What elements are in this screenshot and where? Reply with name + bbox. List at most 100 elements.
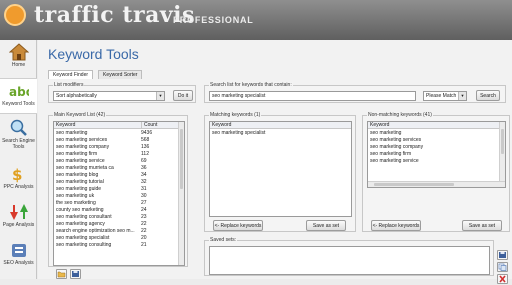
svg-text:$: $ <box>12 166 22 183</box>
search-input[interactable]: seo marketing specialist <box>209 91 416 101</box>
main-list-scrollbar[interactable] <box>178 122 184 265</box>
search-legend: Search list for keywords that contain: <box>209 82 293 88</box>
replace-keywords-button[interactable]: <- Replace keywords <box>371 220 421 231</box>
keyword-cell: seo marketing services <box>56 137 108 143</box>
main-table-header: Keyword Count <box>54 122 179 129</box>
nonmatching-vscrollbar[interactable] <box>499 122 505 181</box>
table-row[interactable]: the seo marketing 27 <box>54 200 184 207</box>
edition-label: PROFESSIONAL <box>173 15 254 25</box>
table-row[interactable]: seo marketing services 568 <box>54 137 184 144</box>
table-row[interactable]: seo marketing service 69 <box>54 158 184 165</box>
sidebar-item-label: Page Analysis <box>2 222 35 228</box>
save-as-set-button[interactable]: Save as set <box>462 220 502 231</box>
abc-icon: abc <box>9 85 29 99</box>
table-row[interactable]: seo marketing services <box>368 137 505 144</box>
main-keyword-list-group: Main Keyword List (42) Keyword Count seo… <box>48 112 188 267</box>
arrows-icon <box>9 204 28 220</box>
count-cell: 34 <box>141 172 147 178</box>
match-select[interactable]: Please Match ▼ <box>423 91 467 101</box>
column-header-keyword[interactable]: Keyword <box>56 122 75 128</box>
home-icon <box>8 43 29 61</box>
table-row[interactable]: seo marketing company 136 <box>54 144 184 151</box>
replace-keywords-button[interactable]: <- Replace keywords <box>213 220 263 231</box>
keyword-cell: county seo marketing <box>56 207 104 213</box>
scrollbar-thumb[interactable] <box>501 129 504 154</box>
count-cell: 136 <box>141 144 150 150</box>
table-row[interactable]: seo marketing firm 112 <box>54 151 184 158</box>
count-cell: 36 <box>141 165 147 171</box>
table-row[interactable]: seo marketing agency 22 <box>54 221 184 228</box>
matching-keyword-table[interactable]: Keyword seo marketing specialist <box>209 121 352 217</box>
table-row[interactable]: seo marketing murrieta ca 36 <box>54 165 184 172</box>
table-row[interactable]: seo marketing consultant 23 <box>54 214 184 221</box>
table-row[interactable]: seo marketing specialist 20 <box>54 235 184 242</box>
count-cell: 21 <box>141 242 147 248</box>
sidebar-item-keyword-tools[interactable]: abc Keyword Tools <box>0 78 37 114</box>
sidebar-item-home[interactable]: Home <box>0 40 37 78</box>
scrollbar-thumb[interactable] <box>180 129 183 189</box>
keyword-cell: seo marketing firm <box>370 151 412 157</box>
saved-sets-list[interactable] <box>209 246 490 275</box>
keyword-cell: seo marketing specialist <box>56 235 110 241</box>
floppy-icon <box>499 252 506 258</box>
close-icon <box>499 275 506 283</box>
sidebar-item-label: SEO Analysis <box>3 260 34 266</box>
open-folder-button[interactable] <box>56 269 67 279</box>
app-header: traffic travis PROFESSIONAL <box>0 0 512 40</box>
keyword-cell: seo marketing murrieta ca <box>56 165 114 171</box>
sidebar-item-page-analysis[interactable]: Page Analysis <box>0 200 37 234</box>
sort-select-value: Sort alphabetically <box>56 93 97 99</box>
table-row[interactable]: seo marketing 9436 <box>54 130 184 137</box>
count-cell: 9436 <box>141 130 153 136</box>
keyword-cell: seo marketing uk <box>56 193 95 199</box>
count-cell: 69 <box>141 158 147 164</box>
column-header-count[interactable]: Count <box>141 122 157 128</box>
nonmatching-keyword-table[interactable]: Keyword seo marketing seo marketing servi… <box>367 121 506 188</box>
main-keyword-table[interactable]: Keyword Count seo marketing 9436 seo marke… <box>53 121 185 266</box>
copy-set-button[interactable] <box>497 262 508 272</box>
table-row[interactable]: seo marketing firm <box>368 151 505 158</box>
tab-keyword-sorter[interactable]: Keyword Sorter <box>98 70 143 79</box>
saved-sets-group: Saved sets: <box>204 237 494 276</box>
sidebar-item-seo-analysis[interactable]: SEO Analysis <box>0 238 37 276</box>
sidebar: Home abc Keyword Tools Search Engine Too… <box>0 40 37 279</box>
count-cell: 568 <box>141 137 150 143</box>
nonmatching-hscrollbar[interactable] <box>368 181 505 187</box>
tab-keyword-finder[interactable]: Keyword Finder <box>48 70 94 79</box>
table-row[interactable]: seo marketing tutorial 32 <box>54 179 184 186</box>
table-row[interactable]: county seo marketing 24 <box>54 207 184 214</box>
folder-icon <box>57 271 66 278</box>
search-button[interactable]: Search <box>476 90 500 101</box>
keyword-cell: search engine optimization seo m... <box>56 228 135 234</box>
sidebar-item-label: PPC Analysis <box>3 184 34 190</box>
table-row[interactable]: seo marketing company <box>368 144 505 151</box>
table-row[interactable]: seo marketing blog 34 <box>54 172 184 179</box>
list-modifiers-group: List modifiers Sort alphabetically ▼ Do … <box>48 82 196 103</box>
keyword-cell: seo marketing firm <box>56 151 98 157</box>
table-row[interactable]: seo marketing uk 30 <box>54 193 184 200</box>
sort-select[interactable]: Sort alphabetically ▼ <box>53 91 165 101</box>
table-row[interactable]: seo marketing consulting 21 <box>54 242 184 249</box>
sidebar-item-search-engine-tools[interactable]: Search Engine Tools <box>0 116 37 158</box>
delete-set-button[interactable] <box>497 274 508 284</box>
keyword-cell: seo marketing blog <box>56 172 99 178</box>
do-it-button[interactable]: Do it <box>173 90 193 101</box>
save-set-button[interactable] <box>497 250 508 260</box>
copy-icon <box>498 263 507 271</box>
column-header-keyword[interactable]: Keyword <box>210 122 351 129</box>
chevron-down-icon[interactable]: ▼ <box>156 92 164 100</box>
table-row[interactable]: seo marketing service <box>368 158 505 165</box>
keyword-cell: seo marketing services <box>370 137 422 143</box>
save-list-button[interactable] <box>70 269 81 279</box>
table-row[interactable]: search engine optimization seo m... 22 <box>54 228 184 235</box>
table-row[interactable]: seo marketing guide 31 <box>54 186 184 193</box>
table-row[interactable]: seo marketing specialist <box>210 130 351 137</box>
table-row[interactable]: seo marketing <box>368 130 505 137</box>
column-header-keyword[interactable]: Keyword <box>368 122 499 129</box>
scrollbar-thumb[interactable] <box>374 183 454 186</box>
chevron-down-icon[interactable]: ▼ <box>458 92 466 100</box>
sidebar-item-ppc-analysis[interactable]: $ PPC Analysis <box>0 162 37 196</box>
matching-legend: Matching keywords (1) <box>209 112 262 118</box>
save-as-set-button[interactable]: Save as set <box>306 220 346 231</box>
keyword-cell: seo marketing agency <box>56 221 105 227</box>
